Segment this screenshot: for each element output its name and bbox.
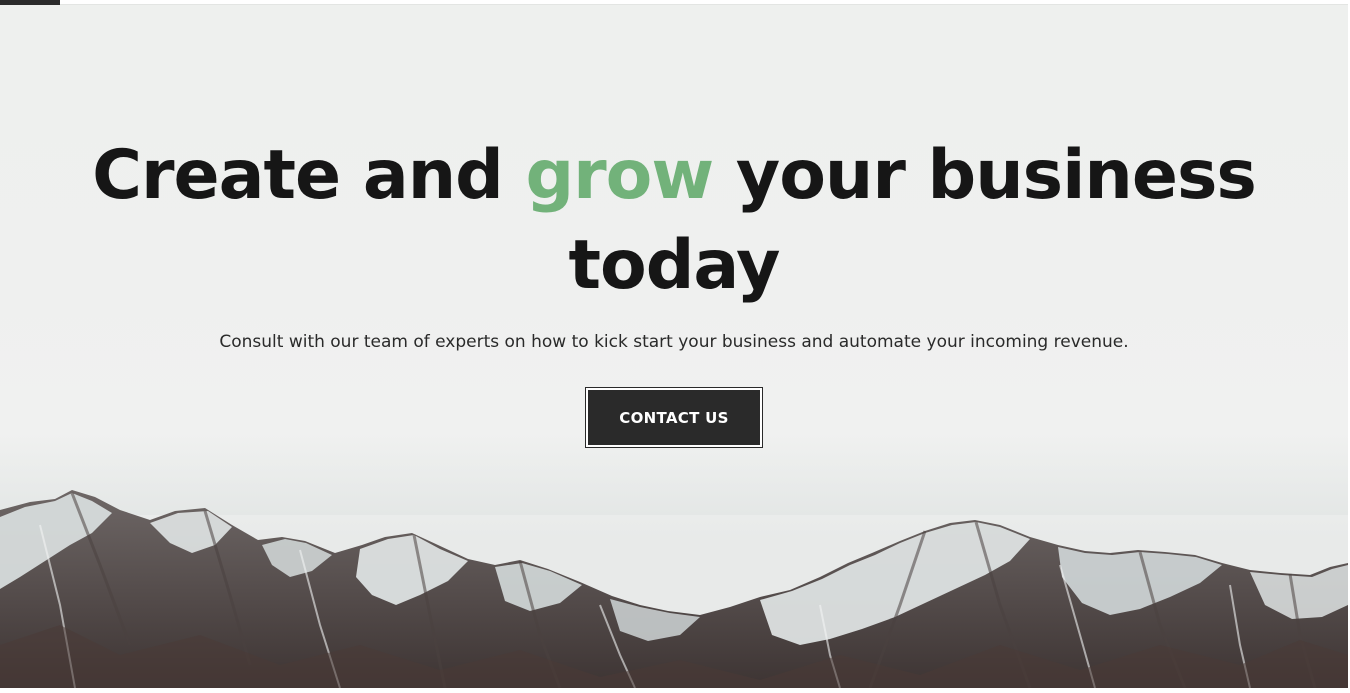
- hero-section: Create and grow your business today Cons…: [0, 5, 1348, 688]
- hero-subtitle: Consult with our team of experts on how …: [219, 332, 1129, 352]
- contact-us-button[interactable]: CONTACT US: [585, 387, 763, 448]
- headline-part1: Create and: [92, 136, 526, 215]
- headline-accent-word: grow: [525, 136, 714, 215]
- page: Create and grow your business today Cons…: [0, 0, 1350, 693]
- bottom-edge-border: [0, 688, 1350, 693]
- hero-headline: Create and grow your business today: [0, 131, 1348, 311]
